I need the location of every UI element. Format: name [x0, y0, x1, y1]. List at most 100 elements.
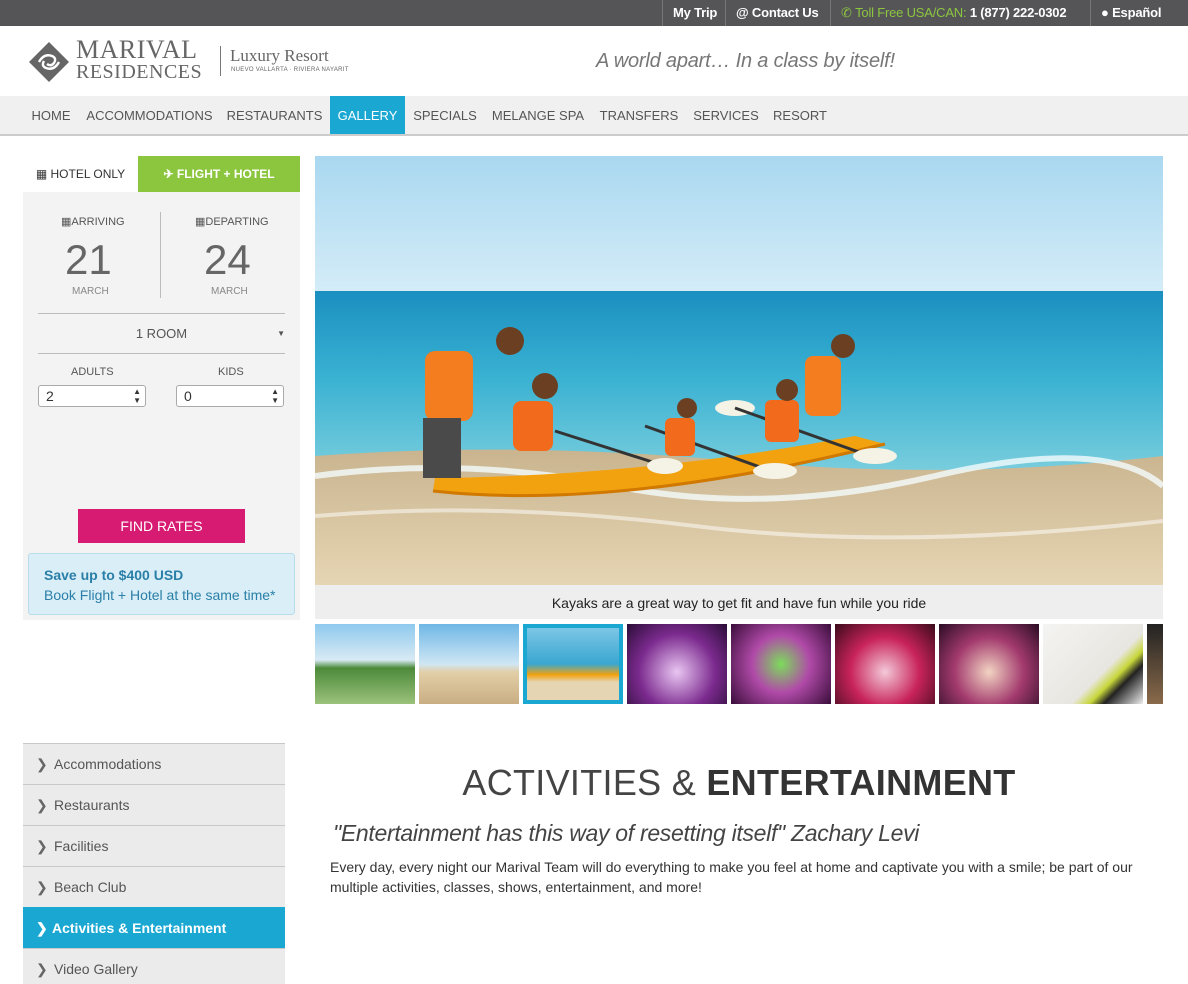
side-menu-activities-entertainment[interactable]: ❯ Activities & Entertainment — [23, 907, 285, 948]
divider — [38, 313, 285, 314]
toll-free-number: 1 (877) 222-0302 — [969, 5, 1067, 20]
nav-restaurants[interactable]: RESTAURANTS — [221, 96, 328, 134]
section-side-menu: ❯ Accommodations ❯ Restaurants ❯ Facilit… — [23, 743, 285, 984]
nav-resort[interactable]: RESORT — [766, 96, 834, 134]
room-select[interactable]: 1 ROOM ▼ — [38, 322, 285, 346]
brand-location: NUEVO VALLARTA · RIVIERA NAYARIT — [231, 67, 349, 73]
gallery-thumb[interactable] — [1043, 624, 1143, 704]
gallery-thumb[interactable] — [939, 624, 1039, 704]
brand-name: MARIVAL — [76, 35, 198, 64]
gallery-thumb[interactable] — [315, 624, 415, 704]
kids-label: KIDS — [218, 366, 244, 378]
utility-bar: My Trip @ Contact Us ✆ Toll Free USA/CAN… — [0, 0, 1188, 26]
section-title-light: ACTIVITIES & — [462, 762, 697, 803]
toll-free[interactable]: ✆ Toll Free USA/CAN: 1 (877) 222-0302 — [830, 0, 1076, 26]
gallery-thumb[interactable] — [731, 624, 831, 704]
side-menu-label: Video Gallery — [54, 961, 138, 977]
side-menu-label: Accommodations — [54, 756, 162, 772]
main-nav: HOME ACCOMMODATIONS RESTAURANTS GALLERY … — [0, 96, 1188, 136]
contact-us-link[interactable]: @ Contact Us — [725, 0, 829, 26]
chevron-right-icon: ❯ — [36, 879, 48, 895]
departing-month: MARCH — [211, 286, 248, 297]
site-header: MARIVAL RESIDENCES Luxury Resort NUEVO V… — [0, 26, 1188, 96]
section-quote: "Entertainment has this way of resetting… — [333, 820, 920, 846]
nav-specials[interactable]: SPECIALS — [406, 96, 484, 134]
nav-gallery[interactable]: GALLERY — [330, 96, 405, 134]
side-menu-restaurants[interactable]: ❯ Restaurants — [23, 784, 285, 825]
promo-headline: Save up to $400 USD — [44, 567, 184, 583]
building-icon: ▦ — [35, 167, 48, 181]
nav-transfers[interactable]: TRANSFERS — [592, 96, 686, 134]
promo-box[interactable]: Save up to $400 USD Book Flight + Hotel … — [28, 553, 295, 615]
gallery-caption: Kayaks are a great way to get fit and ha… — [315, 585, 1163, 619]
departing-day[interactable]: 24 — [204, 238, 251, 282]
gallery-main-image[interactable] — [315, 156, 1163, 585]
phone-icon: ✆ — [841, 5, 852, 20]
stepper-arrows-icon[interactable]: ▲ ▼ — [271, 387, 279, 405]
chevron-right-icon: ❯ — [36, 920, 48, 936]
globe-icon: ● — [1101, 5, 1109, 20]
adults-value: 2 — [46, 388, 54, 404]
calendar-icon: ▦ — [195, 216, 206, 228]
tab-hotel-only[interactable]: ▦ HOTEL ONLY — [23, 156, 138, 192]
chevron-right-icon: ❯ — [36, 961, 48, 977]
room-select-value: 1 ROOM — [135, 326, 188, 341]
plane-icon: ✈ — [163, 167, 174, 181]
gallery-thumb[interactable] — [523, 624, 623, 704]
adults-stepper[interactable]: 2 ▲ ▼ — [38, 385, 146, 407]
section-title-bold: ENTERTAINMENT — [706, 762, 1016, 803]
adults-label: ADULTS — [71, 366, 114, 378]
gallery-thumb[interactable] — [419, 624, 519, 704]
chevron-right-icon: ❯ — [36, 797, 48, 813]
side-menu-label: Restaurants — [54, 797, 130, 813]
chevron-right-icon: ❯ — [36, 756, 48, 772]
tab-flight-hotel[interactable]: ✈ FLIGHT + HOTEL — [138, 156, 300, 192]
at-icon: @ — [736, 5, 749, 20]
departing-label: ▦DEPARTING — [195, 216, 269, 228]
my-trip-link[interactable]: My Trip — [662, 0, 727, 26]
stepper-arrows-icon[interactable]: ▲ ▼ — [133, 387, 141, 405]
kayak-beach-photo — [315, 156, 1163, 585]
tagline: A world apart… In a class by itself! — [596, 50, 895, 72]
side-menu-accommodations[interactable]: ❯ Accommodations — [23, 743, 285, 784]
section-body: Every day, every night our Marival Team … — [330, 859, 1133, 895]
side-menu-label: Activities & Entertainment — [52, 920, 227, 936]
nav-home[interactable]: HOME — [24, 96, 78, 134]
marival-logo-icon[interactable] — [28, 41, 70, 83]
chevron-right-icon: ❯ — [36, 838, 48, 854]
brand-subname: RESIDENCES — [76, 61, 203, 83]
language-label: Español — [1112, 5, 1162, 20]
tab-flight-hotel-label: FLIGHT + HOTEL — [176, 167, 275, 181]
side-menu-label: Facilities — [54, 838, 109, 854]
calendar-icon: ▦ — [61, 216, 72, 228]
promo-subline: Book Flight + Hotel at the same time* — [44, 587, 276, 603]
toll-free-label: Toll Free USA/CAN: — [855, 5, 967, 20]
language-link[interactable]: ● Español — [1090, 0, 1171, 26]
divider — [38, 353, 285, 354]
side-menu-beach-club[interactable]: ❯ Beach Club — [23, 866, 285, 907]
arriving-day[interactable]: 21 — [65, 238, 112, 282]
nav-accommodations[interactable]: ACCOMMODATIONS — [80, 96, 219, 134]
nav-melange-spa[interactable]: MELANGE SPA — [486, 96, 590, 134]
arriving-month: MARCH — [72, 286, 109, 297]
caret-down-icon: ▼ — [277, 329, 285, 338]
kids-value: 0 — [184, 388, 192, 404]
booking-widget: ▦ HOTEL ONLY ✈ FLIGHT + HOTEL ▦ARRIVING … — [23, 156, 300, 620]
section-title: ACTIVITIES & ENTERTAINMENT — [315, 762, 1163, 804]
kids-stepper[interactable]: 0 ▲ ▼ — [176, 385, 284, 407]
side-menu-video-gallery[interactable]: ❯ Video Gallery — [23, 948, 285, 984]
gallery-thumb[interactable] — [627, 624, 727, 704]
contact-us-label: Contact Us — [751, 5, 819, 20]
gallery-thumbnails — [315, 624, 1163, 704]
date-divider — [160, 212, 161, 298]
nav-services[interactable]: SERVICES — [688, 96, 764, 134]
logo-divider — [220, 46, 221, 76]
side-menu-label: Beach Club — [54, 879, 127, 895]
gallery-thumb[interactable] — [835, 624, 935, 704]
gallery-thumb[interactable] — [1147, 624, 1163, 704]
side-menu-facilities[interactable]: ❯ Facilities — [23, 825, 285, 866]
brand-luxury-resort: Luxury Resort — [230, 46, 329, 65]
find-rates-button[interactable]: FIND RATES — [78, 509, 245, 543]
tab-hotel-only-label: HOTEL ONLY — [50, 167, 126, 181]
arriving-label: ▦ARRIVING — [61, 216, 125, 228]
